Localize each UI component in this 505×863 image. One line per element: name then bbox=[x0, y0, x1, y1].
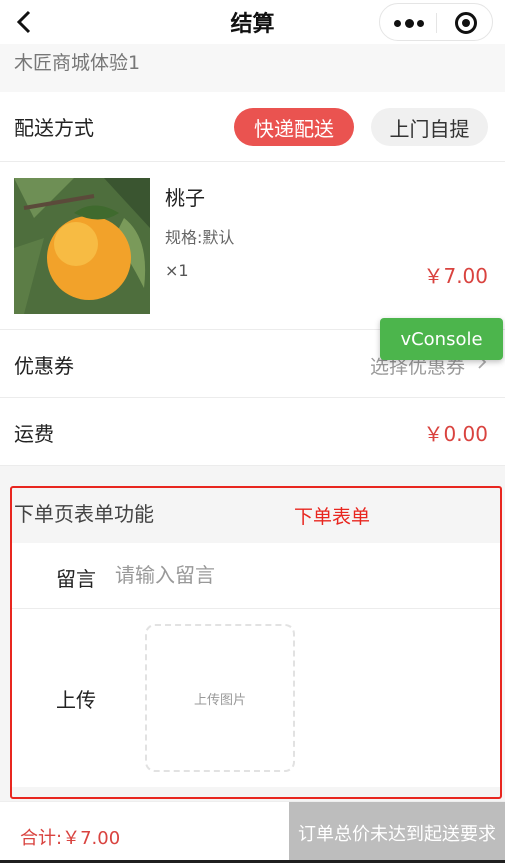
product-image bbox=[14, 178, 150, 314]
upload-label: 上传 bbox=[56, 688, 96, 712]
message-row: 留言 bbox=[11, 543, 500, 609]
upload-hint: 上传图片 bbox=[193, 692, 246, 708]
more-icon[interactable] bbox=[394, 13, 424, 33]
delivery-option-express[interactable]: 快递配送 bbox=[234, 108, 354, 146]
freight-label: 运费 bbox=[14, 422, 54, 446]
message-input[interactable] bbox=[115, 557, 485, 593]
form-annotation: 下单表单 bbox=[294, 506, 371, 528]
delivery-label: 配送方式 bbox=[14, 116, 94, 140]
product-spec: 规格:默认 bbox=[165, 228, 235, 247]
coupon-label: 优惠券 bbox=[14, 354, 74, 378]
delivery-option-pickup[interactable]: 上门自提 bbox=[371, 108, 488, 146]
submit-order-button[interactable]: 订单总价未达到起送要求 bbox=[289, 802, 505, 863]
mini-program-capsule bbox=[379, 3, 493, 41]
freight-row: 运费 ￥0.00 bbox=[0, 398, 505, 466]
address-text: 木匠商城体验1 bbox=[14, 52, 141, 74]
checkout-footer: 合计:￥7.00 订单总价未达到起送要求 bbox=[0, 801, 505, 863]
upload-row: 上传 上传图片 bbox=[11, 609, 500, 787]
address-strip[interactable]: 木匠商城体验1 bbox=[0, 44, 505, 92]
vconsole-button[interactable]: vConsole bbox=[380, 318, 503, 360]
product-quantity: ×1 bbox=[165, 261, 189, 280]
message-label: 留言 bbox=[56, 567, 96, 591]
product-name: 桃子 bbox=[165, 186, 205, 210]
product-price: ￥7.00 bbox=[423, 264, 488, 288]
close-circle-icon[interactable] bbox=[455, 12, 477, 34]
nav-bar: 结算 bbox=[0, 0, 505, 44]
upload-image-box[interactable]: 上传图片 bbox=[145, 624, 295, 772]
capsule-divider bbox=[436, 13, 437, 33]
order-total: 合计:￥7.00 bbox=[20, 828, 121, 849]
product-row: 桃子 规格:默认 ×1 ￥7.00 bbox=[0, 162, 505, 330]
freight-value: ￥0.00 bbox=[423, 422, 488, 446]
form-section-title: 下单页表单功能 bbox=[14, 502, 154, 526]
